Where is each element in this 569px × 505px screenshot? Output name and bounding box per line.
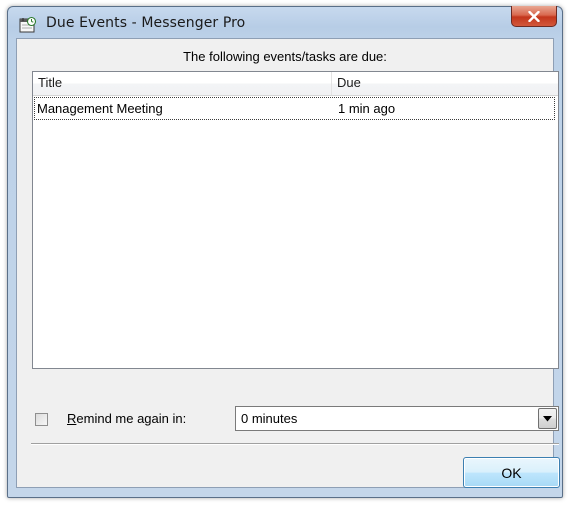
list-item[interactable]: Management Meeting 1 min ago (34, 97, 555, 120)
calendar-clock-icon (19, 16, 37, 34)
remind-label[interactable]: Remind me again in: (67, 411, 186, 426)
title-bar[interactable]: Due Events - Messenger Pro (8, 6, 562, 41)
column-header-due[interactable]: Due (332, 72, 558, 95)
due-events-list[interactable]: Title Due Management Meeting 1 min ago (32, 71, 559, 369)
ok-button[interactable]: OK (463, 457, 560, 488)
event-title-cell: Management Meeting (37, 101, 163, 116)
close-icon (528, 10, 540, 22)
window-title: Due Events - Messenger Pro (46, 15, 246, 31)
remind-interval-select[interactable]: 0 minutes (235, 406, 559, 431)
remind-label-text: emind me again in: (76, 411, 187, 426)
column-header-title[interactable]: Title (33, 72, 332, 95)
dialog-body: The following events/tasks are due: Titl… (16, 38, 560, 488)
remind-checkbox[interactable] (35, 413, 48, 426)
chevron-down-icon (543, 415, 552, 421)
event-due-cell: 1 min ago (338, 101, 396, 116)
list-rows: Management Meeting 1 min ago (33, 97, 558, 120)
dialog-window: Due Events - Messenger Pro The following… (7, 6, 563, 498)
remind-interval-value: 0 minutes (241, 411, 298, 426)
due-events-heading: The following events/tasks are due: (183, 49, 387, 64)
remind-again-row: Remind me again in: 0 minutes (31, 406, 559, 434)
close-button[interactable] (511, 6, 557, 27)
separator (31, 443, 559, 445)
remind-label-access-key: R (67, 411, 77, 426)
dropdown-button[interactable] (538, 408, 557, 429)
list-header: Title Due (33, 72, 558, 96)
